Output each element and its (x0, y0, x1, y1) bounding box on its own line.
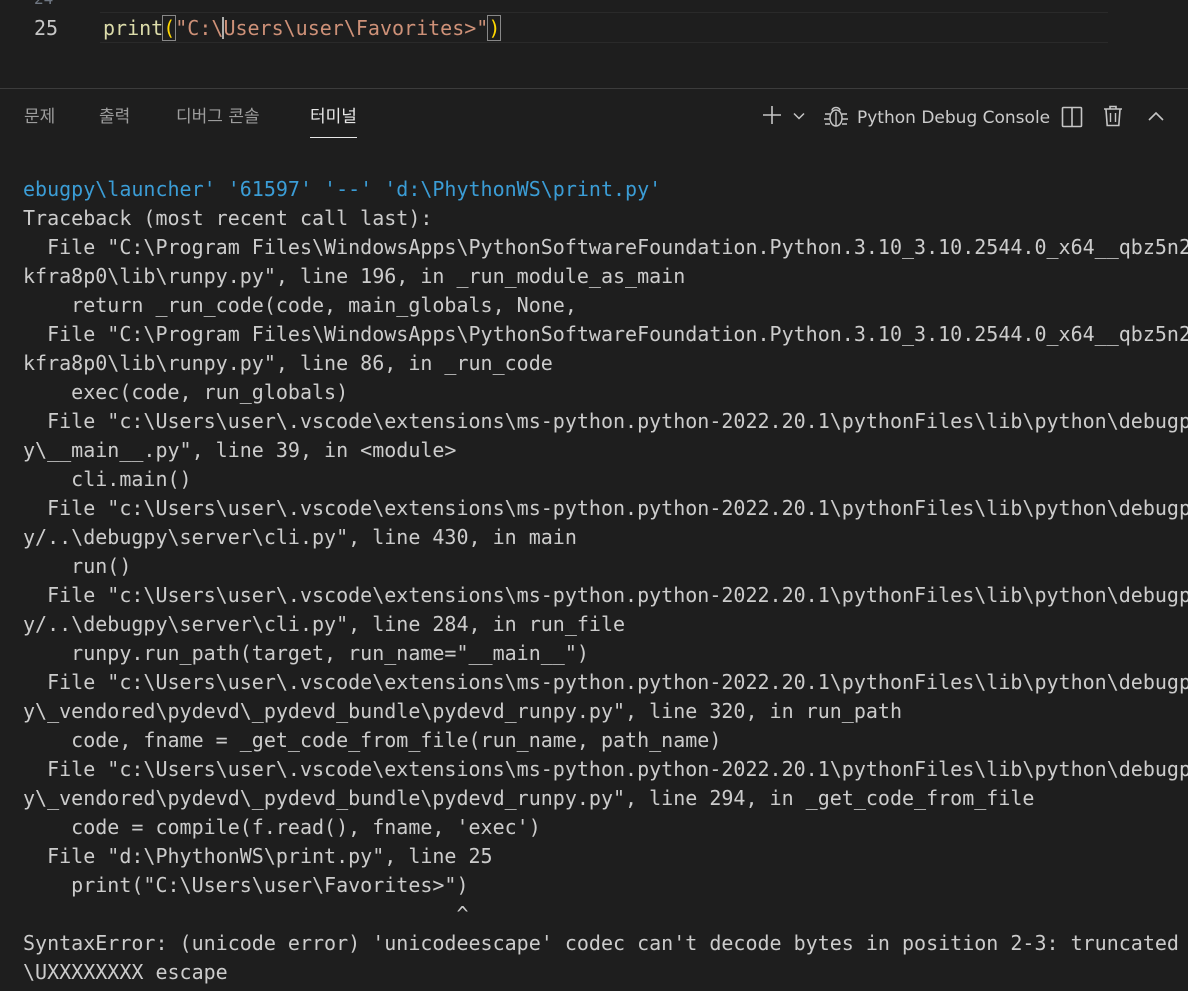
terminal-line: y\_vendored\pydevd\_pydevd_bundle\pydevd… (23, 786, 1035, 810)
code-string-token: "C:\ (175, 16, 224, 40)
terminal-line: SyntaxError: (unicode error) 'unicodeesc… (23, 931, 1179, 955)
terminal-line: runpy.run_path(target, run_name="__main_… (23, 641, 589, 665)
terminal-line: File "c:\Users\user\.vscode\extensions\m… (23, 757, 1188, 781)
terminal-line: Traceback (most recent call last): (23, 206, 433, 230)
terminal-line: File "C:\Program Files\WindowsApps\Pytho… (23, 322, 1188, 346)
terminal-line: y/..\debugpy\server\cli.py", line 284, i… (23, 612, 626, 636)
terminal-line: File "c:\Users\user\.vscode\extensions\m… (23, 409, 1188, 433)
chevron-up-icon[interactable] (1146, 107, 1166, 131)
split-icon[interactable] (1060, 105, 1084, 133)
bug-icon (823, 104, 849, 134)
terminal-line: kfra8p0\lib\runpy.py", line 196, in _run… (23, 264, 686, 288)
line-number: 24 (34, 0, 53, 7)
terminal-line: y/..\debugpy\server\cli.py", line 430, i… (23, 525, 577, 549)
terminal-instance-name[interactable]: Python Debug Console (857, 106, 1050, 130)
bottom-panel: 문제 출력 디버그 콘솔 터미널 Python Debug Console eb… (0, 88, 1188, 991)
code-string-token: Users\user\Favorites>" (223, 16, 489, 40)
terminal-line: cli.main() (23, 467, 192, 491)
tab-debug-console[interactable]: 디버그 콘솔 (176, 105, 260, 129)
terminal-line: y\_vendored\pydevd\_pydevd_bundle\pydevd… (23, 699, 902, 723)
current-line-highlight (100, 42, 1108, 43)
terminal-line: code = compile(f.read(), fname, 'exec') (23, 815, 541, 839)
tab-terminal[interactable]: 터미널 (310, 105, 357, 138)
terminal-command-line: ebugpy\launcher' '61597' '--' 'd:\Phytho… (23, 177, 662, 201)
panel-tab-bar: 문제 출력 디버그 콘솔 터미널 Python Debug Console (0, 89, 1188, 145)
terminal-line: File "c:\Users\user\.vscode\extensions\m… (23, 670, 1188, 694)
terminal-line: return _run_code(code, main_globals, Non… (23, 293, 577, 317)
terminal-line: y\__main__.py", line 39, in <module> (23, 438, 457, 462)
terminal-line: File "c:\Users\user\.vscode\extensions\m… (23, 496, 1188, 520)
terminal-line: print("C:\Users\user\Favorites>") (23, 873, 469, 897)
line-number: 25 (34, 16, 59, 40)
terminal-line: File "C:\Program Files\WindowsApps\Pytho… (23, 235, 1188, 259)
terminal-line: File "c:\Users\user\.vscode\extensions\m… (23, 583, 1188, 607)
code-editor[interactable]: 24 25 print("C:\Users\user\Favorites>") (0, 0, 1188, 88)
code-paren-token: ( (162, 15, 177, 41)
chevron-down-icon[interactable] (791, 108, 807, 128)
traceback-output: Traceback (most recent call last): File … (23, 204, 1188, 987)
code-function-token: print (103, 16, 164, 40)
current-line-highlight (100, 12, 1108, 13)
terminal-line: code, fname = _get_code_from_file(run_na… (23, 728, 722, 752)
terminal-line: kfra8p0\lib\runpy.py", line 86, in _run_… (23, 351, 553, 375)
plus-icon[interactable] (760, 103, 784, 131)
terminal-line: exec(code, run_globals) (23, 380, 349, 404)
terminal-output[interactable]: ebugpy\launcher' '61597' '--' 'd:\Phytho… (23, 175, 1188, 991)
terminal-line: ^ (23, 902, 469, 926)
terminal-line: File "d:\PhythonWS\print.py", line 25 (23, 844, 493, 868)
code-paren-token: ) (487, 15, 502, 41)
trash-icon[interactable] (1101, 104, 1125, 132)
code-line[interactable]: print("C:\Users\user\Favorites>") (103, 15, 502, 41)
tab-problems[interactable]: 문제 (24, 105, 55, 129)
terminal-line: \UXXXXXXXX escape (23, 960, 228, 984)
terminal-line: run() (23, 554, 132, 578)
tab-output[interactable]: 출력 (99, 105, 130, 129)
